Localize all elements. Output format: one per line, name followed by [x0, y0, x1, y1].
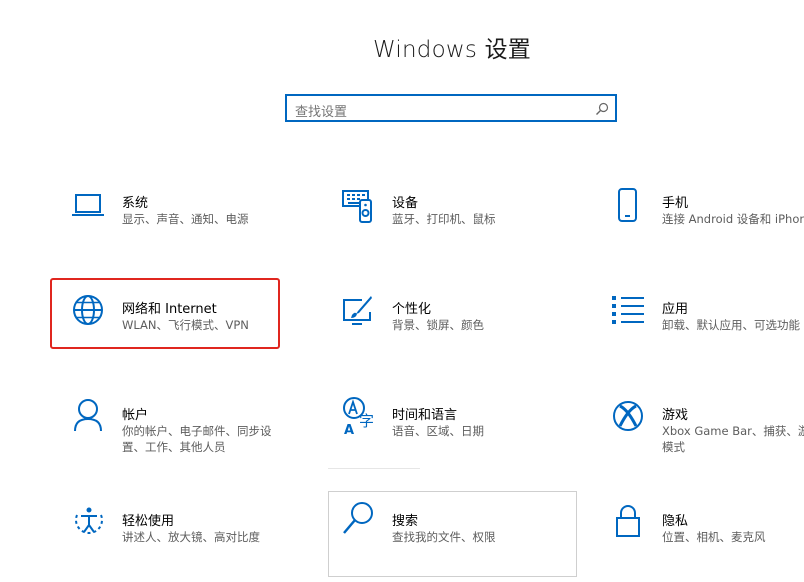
ease-of-access-icon: [72, 502, 112, 542]
tile-title: 隐私: [662, 514, 689, 529]
tile-description: 讲述人、放大镜、高对比度: [122, 530, 260, 544]
description-line: 你的帐户、电子邮件、同步设: [122, 424, 272, 438]
search-placeholder: 查找设置: [295, 105, 348, 120]
tile-description: 语音、区域、日期: [392, 424, 484, 438]
tile-title: 游戏: [662, 408, 689, 423]
devices-icon: [342, 184, 382, 224]
personalization-icon: [342, 290, 382, 330]
lock-icon: [612, 502, 652, 542]
tile-description: 卸载、默认应用、可选功能: [662, 318, 800, 332]
tile-title: 帐户: [122, 408, 149, 423]
phone-icon: [612, 184, 652, 224]
search-box[interactable]: 查找设置: [285, 94, 617, 122]
settings-tile-ease-of-access[interactable]: 轻松使用 讲述人、放大镜、高对比度: [72, 502, 334, 578]
page-title: Windows 设置: [373, 37, 531, 63]
settings-tile-time-language[interactable]: A字 时间和语言 语音、区域、日期: [342, 396, 604, 472]
globe-icon: [72, 290, 112, 330]
tile-description: WLAN、飞行模式、VPN: [122, 318, 249, 332]
tile-description: 你的帐户、电子邮件、同步设 置、工作、其他人员: [122, 423, 272, 455]
tile-title: 搜索: [392, 514, 419, 529]
tile-description: Xbox Game Bar、捕获、游戏 模式: [662, 423, 804, 455]
tile-description: 显示、声音、通知、电源: [122, 212, 249, 226]
description-line: 模式: [662, 440, 685, 454]
tile-title: 应用: [662, 302, 689, 317]
settings-tile-network[interactable]: 网络和 Internet WLAN、飞行模式、VPN: [72, 290, 334, 366]
person-icon: [72, 396, 112, 436]
tile-title: 手机: [662, 196, 689, 211]
settings-tile-accounts[interactable]: 帐户 你的帐户、电子邮件、同步设 置、工作、其他人员: [72, 396, 334, 472]
tile-description: 连接 Android 设备和 iPhone: [662, 212, 804, 226]
settings-tile-devices[interactable]: 设备 蓝牙、打印机、鼠标: [342, 184, 604, 260]
tile-title: 系统: [122, 196, 149, 211]
settings-tile-phone[interactable]: 手机 连接 Android 设备和 iPhone: [612, 184, 804, 260]
search-icon: [342, 502, 382, 542]
tile-description: 查找我的文件、权限: [392, 530, 496, 544]
settings-tile-search[interactable]: 搜索 查找我的文件、权限: [342, 502, 604, 578]
svg-text:A: A: [344, 423, 354, 436]
tile-description: 蓝牙、打印机、鼠标: [392, 212, 496, 226]
tile-title: 个性化: [392, 302, 432, 317]
tile-description: 位置、相机、麦克风: [662, 530, 766, 544]
svg-text:字: 字: [359, 412, 374, 430]
tile-title: 网络和 Internet: [122, 302, 217, 317]
description-line: 置、工作、其他人员: [122, 440, 226, 454]
description-line: Xbox Game Bar、捕获、游戏: [662, 424, 804, 438]
settings-tile-apps[interactable]: 应用 卸载、默认应用、可选功能: [612, 290, 804, 366]
settings-tile-privacy[interactable]: 隐私 位置、相机、麦克风: [612, 502, 804, 578]
laptop-icon: [72, 184, 112, 224]
apps-icon: [612, 290, 652, 330]
search-icon[interactable]: [595, 102, 609, 116]
tile-title: 时间和语言: [392, 408, 458, 423]
tile-title: 轻松使用: [122, 514, 175, 529]
time-language-icon: A字: [342, 396, 382, 436]
settings-tile-personalization[interactable]: 个性化 背景、锁屏、颜色: [342, 290, 604, 366]
settings-tile-system[interactable]: 系统 显示、声音、通知、电源: [72, 184, 334, 260]
tile-title: 设备: [392, 196, 419, 211]
xbox-icon: [612, 396, 652, 436]
settings-tile-gaming[interactable]: 游戏 Xbox Game Bar、捕获、游戏 模式: [612, 396, 804, 472]
tile-description: 背景、锁屏、颜色: [392, 318, 484, 332]
